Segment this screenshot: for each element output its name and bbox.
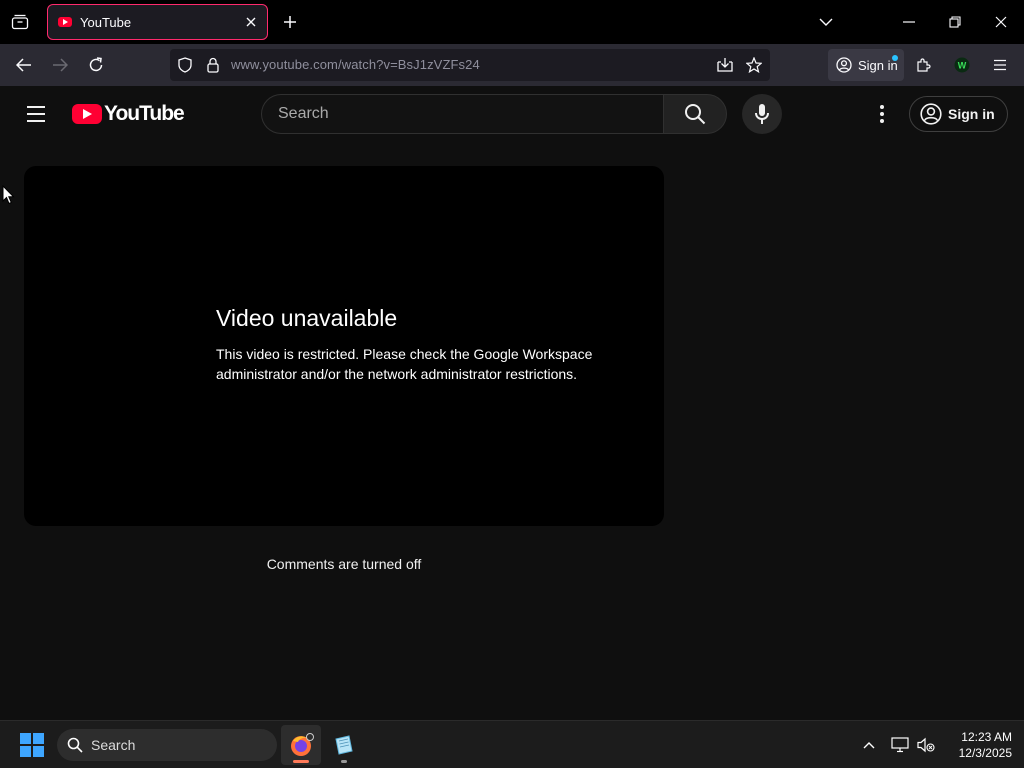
extensions-puzzle-icon[interactable] xyxy=(910,51,938,79)
error-message: This video is restricted. Please check t… xyxy=(216,346,593,382)
clock-date: 12/3/2025 xyxy=(958,746,1012,760)
taskbar-search-icon xyxy=(67,737,83,753)
browser-tab-strip: YouTube xyxy=(0,0,1024,44)
windows-start-icon[interactable] xyxy=(20,733,44,757)
error-title: Video unavailable xyxy=(216,305,398,331)
tab-list-icon[interactable] xyxy=(8,10,32,34)
youtube-search-button[interactable] xyxy=(663,94,727,134)
new-tab-plus-icon[interactable] xyxy=(278,10,302,34)
app-menu-hamburger-icon[interactable] xyxy=(986,51,1014,79)
guide-menu-icon[interactable] xyxy=(20,98,52,130)
youtube-logo-text: YouTube xyxy=(104,102,185,125)
volume-muted-icon[interactable] xyxy=(914,733,938,757)
close-window-icon[interactable] xyxy=(987,8,1015,36)
firefox-icon xyxy=(291,733,314,756)
forward-arrow-icon[interactable] xyxy=(46,51,74,79)
notification-dot xyxy=(892,55,898,61)
running-app-indicator xyxy=(341,760,347,763)
tab-title: YouTube xyxy=(80,14,132,30)
search-placeholder: Search xyxy=(278,105,329,122)
account-circle-icon xyxy=(836,57,852,73)
youtube-favicon-icon xyxy=(58,17,72,27)
browser-tab-youtube[interactable]: YouTube xyxy=(47,4,268,40)
taskbar-search-box[interactable]: Search xyxy=(57,729,277,761)
show-hidden-icons-chevron-icon[interactable] xyxy=(857,733,881,757)
youtube-signin-label: Sign in xyxy=(948,106,995,122)
youtube-play-logo-icon xyxy=(72,104,102,124)
notepad-icon xyxy=(335,735,353,755)
minimize-window-icon[interactable] xyxy=(895,8,923,36)
restore-window-icon[interactable] xyxy=(941,8,969,36)
reload-icon[interactable] xyxy=(82,51,110,79)
active-app-indicator xyxy=(293,760,309,763)
extension-w-icon[interactable]: W xyxy=(948,51,976,79)
save-to-pocket-icon[interactable] xyxy=(715,55,735,75)
clock-time: 12:23 AM xyxy=(961,730,1012,744)
youtube-logo[interactable]: YouTube xyxy=(72,102,185,125)
close-tab-icon[interactable] xyxy=(239,10,263,34)
windows-taskbar: Search 12:23 AM 12/3/2025 xyxy=(0,720,1024,768)
network-icon[interactable] xyxy=(888,733,912,757)
address-bar[interactable]: www.youtube.com/watch?v=BsJ1zVZFs24 xyxy=(170,49,770,81)
taskbar-clock[interactable]: 12:23 AM 12/3/2025 xyxy=(940,729,1012,761)
url-text: www.youtube.com/watch?v=BsJ1zVZFs24 xyxy=(231,57,480,72)
voice-search-button[interactable] xyxy=(742,94,782,134)
settings-more-vertical-icon[interactable] xyxy=(868,100,896,128)
microphone-icon xyxy=(755,104,769,124)
video-player[interactable]: Video unavailable This video is restrict… xyxy=(24,166,664,526)
padlock-icon[interactable] xyxy=(203,55,223,75)
search-icon xyxy=(685,104,706,125)
back-arrow-icon[interactable] xyxy=(10,51,38,79)
taskbar-notepad-app[interactable] xyxy=(324,725,364,765)
youtube-masthead: YouTube Search Sign in xyxy=(0,86,1024,142)
mouse-cursor-icon xyxy=(2,185,15,205)
firefox-account-signin-button[interactable]: Sign in xyxy=(828,49,904,81)
youtube-signin-button[interactable]: Sign in xyxy=(909,96,1008,132)
user-circle-icon xyxy=(920,103,942,125)
taskbar-search-label: Search xyxy=(91,737,136,753)
youtube-search-input[interactable]: Search xyxy=(261,94,663,134)
bookmark-star-icon[interactable] xyxy=(744,55,764,75)
comments-disabled-message: Comments are turned off xyxy=(266,556,422,572)
tracking-shield-icon[interactable] xyxy=(175,55,195,75)
svg-text:W: W xyxy=(958,61,967,71)
browser-nav-toolbar: www.youtube.com/watch?v=BsJ1zVZFs24 Sign… xyxy=(0,44,1024,86)
taskbar-firefox-app[interactable] xyxy=(281,725,321,765)
list-all-tabs-chevron-icon[interactable] xyxy=(812,8,840,36)
